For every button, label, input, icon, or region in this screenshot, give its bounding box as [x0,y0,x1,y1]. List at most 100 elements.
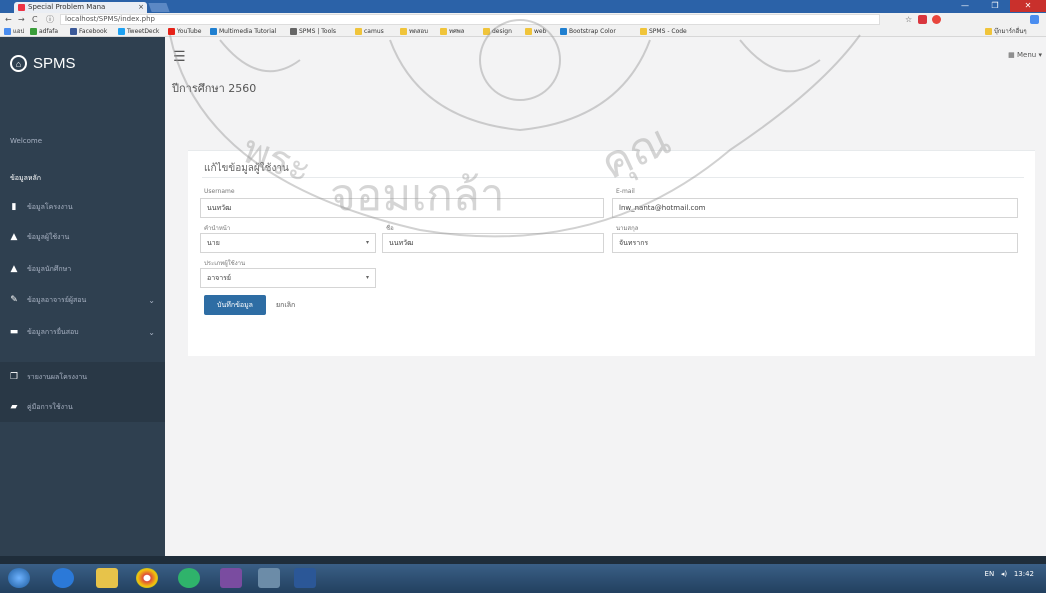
new-tab-button[interactable] [148,3,170,12]
folder-icon[interactable] [96,568,118,588]
bookmark-icon: ▮ [11,202,17,212]
bookmark-item[interactable]: YouTube [168,26,201,37]
usertype-value: อาจารย์ [207,274,232,282]
grid-icon: ▦ [1008,51,1018,59]
bookmark-item[interactable]: ทศพล [440,26,464,37]
sidebar: ⌂ SPMS Welcome ข้อมูลหลัก ▮ ข้อมูลโครงงา… [0,37,165,556]
back-arrow-icon[interactable]: ← [5,13,12,26]
sidebar-item-label: คู่มือการใช้งาน [27,402,73,411]
bookmark-item[interactable]: adfafa [30,26,58,37]
form-title: แก้ไขข้อมูลผู้ใช้งาน [204,163,289,174]
sidebar-item-users[interactable]: ▲ ข้อมูลผู้ใช้งาน [0,222,165,252]
sidebar-item-label: รายงานผลโครงงาน [27,372,88,381]
app-icon[interactable] [178,568,200,588]
cancel-button[interactable]: ยกเลิก [276,295,295,315]
prefix-label: คำนำหน้า [204,225,231,232]
bookmark-item[interactable]: แอป [4,26,24,37]
ie-icon[interactable] [52,568,74,588]
start-button-icon[interactable] [8,568,30,588]
sidebar-item-label: ข้อมูลอาจารย์ผู้สอน [27,295,87,304]
clock: 13:42 [1013,570,1034,578]
footer-bar [0,556,1046,564]
lastname-label: นามสกุล [616,225,639,232]
media-icon[interactable] [220,568,242,588]
bookmark-item[interactable]: บุ๊กมาร์กอื่นๆ [985,26,1027,37]
system-tray[interactable]: EN ◂) 13:42 [985,570,1034,578]
bookmark-item[interactable]: Facebook [70,26,107,37]
lastname-field[interactable]: จันทรากร [612,233,1018,253]
email-label: E-mail [616,188,635,195]
info-icon[interactable]: ⓘ [46,13,54,26]
language-indicator: EN [984,570,995,578]
photo-icon[interactable] [258,568,280,588]
bookmark-item[interactable]: TweetDeck [118,26,159,37]
sidebar-item-label: ข้อมูลโครงงาน [27,202,73,211]
sidebar-item-label: ข้อมูลผู้ใช้งาน [27,232,70,241]
browser-tab-bar: Special Problem Mana × — ❐ ✕ [0,0,1046,13]
close-window-button[interactable]: ✕ [1010,0,1046,12]
sidebar-item-students[interactable]: ▲ ข้อมูลนักศึกษา [0,254,165,284]
home-icon: ⌂ [10,55,27,72]
bookmark-item[interactable]: web [525,26,546,37]
address-bar: ← → C ⓘ localhost/SPMS/index.php ☆ [0,13,1046,26]
chevron-down-icon: ▾ [365,274,369,281]
pencil-icon: ✎ [10,295,18,305]
firstname-field[interactable]: นนทวัฒ [382,233,604,253]
opera-extension-icon[interactable] [932,15,941,24]
star-icon[interactable]: ☆ [905,13,912,26]
page-title: ปีการศึกษา 2560 [172,82,257,95]
bookmarks-bar: แอป adfafa Facebook TweetDeck YouTube Mu… [0,26,1046,37]
bookmark-item[interactable]: Multimedia Tutorial [210,26,276,37]
sidebar-item-projects[interactable]: ▮ ข้อมูลโครงงาน [0,192,165,222]
sidebar-item-teachers[interactable]: ✎ ข้อมูลอาจารย์ผู้สอน ⌄ [0,285,165,315]
bookmark-item[interactable]: camus [355,26,384,37]
welcome-text: Welcome [10,137,43,145]
sidebar-item-manual[interactable]: ▰ คู่มือการใช้งาน [0,392,165,422]
bookmark-item[interactable]: design [483,26,512,37]
usertype-label: ประเภทผู้ใช้งาน [204,260,246,267]
volume-icon: ◂) [1000,570,1008,578]
bookmark-item[interactable]: SPMS - Code [640,26,687,37]
sidebar-item-label: ข้อมูลนักศึกษา [27,264,72,273]
brand-name: SPMS [33,55,76,72]
folder-icon: ▬ [9,327,19,337]
bookmark-item[interactable]: Bootstrap Color [560,26,616,37]
username-field[interactable]: นนทวัฒ [200,198,604,218]
prefix-value: นาย [207,239,220,247]
chevron-down-icon: ⌄ [148,295,155,305]
username-label: Username [204,188,235,195]
extension-icon[interactable] [918,15,927,24]
section-heading: ข้อมูลหลัก [10,174,42,182]
url-input[interactable]: localhost/SPMS/index.php [60,14,880,25]
edit-user-form: แก้ไขข้อมูลผู้ใช้งาน Username นนทวัฒ E-m… [188,150,1035,356]
tab-close-icon[interactable]: × [138,2,144,13]
bookmark-item[interactable]: SPMS | Tools [290,26,336,37]
reload-icon[interactable]: C [32,13,38,26]
prefix-select[interactable]: นาย ▾ [200,233,376,253]
bookmark-item[interactable]: ทดสอบ [400,26,428,37]
minimize-button[interactable]: — [950,0,980,12]
divider [202,177,1024,178]
extension-icon[interactable] [1030,15,1039,24]
chevron-down-icon: ⌄ [148,327,155,337]
email-field[interactable]: lnw_nanta@hotmail.com [612,198,1018,218]
top-navbar: ☰ ▦ Menu ▾ [165,37,1046,67]
usertype-select[interactable]: อาจารย์ ▾ [200,268,376,288]
menu-dropdown[interactable]: ▦ Menu ▾ [1008,51,1042,59]
sidebar-item-exams[interactable]: ▬ ข้อมูลการยื่นสอบ ⌄ [0,317,165,347]
sidebar-item-reports[interactable]: ❐ รายงานผลโครงงาน [0,362,165,392]
chrome-icon[interactable] [136,568,158,588]
book-icon: ▰ [10,402,18,412]
maximize-button[interactable]: ❐ [980,0,1010,12]
user-icon: ▲ [10,264,18,274]
brand[interactable]: ⌂ SPMS [10,55,76,72]
word-icon[interactable] [294,568,316,588]
file-icon: ❐ [9,372,19,382]
user-icon: ▲ [10,232,18,242]
save-button[interactable]: บันทึกข้อมูล [204,295,266,315]
tab-title: Special Problem Mana [28,3,106,11]
forward-arrow-icon[interactable]: → [18,13,25,26]
tab-favicon-icon [18,4,25,11]
hamburger-menu-icon[interactable]: ☰ [173,49,186,65]
browser-tab[interactable]: Special Problem Mana × [14,2,147,13]
